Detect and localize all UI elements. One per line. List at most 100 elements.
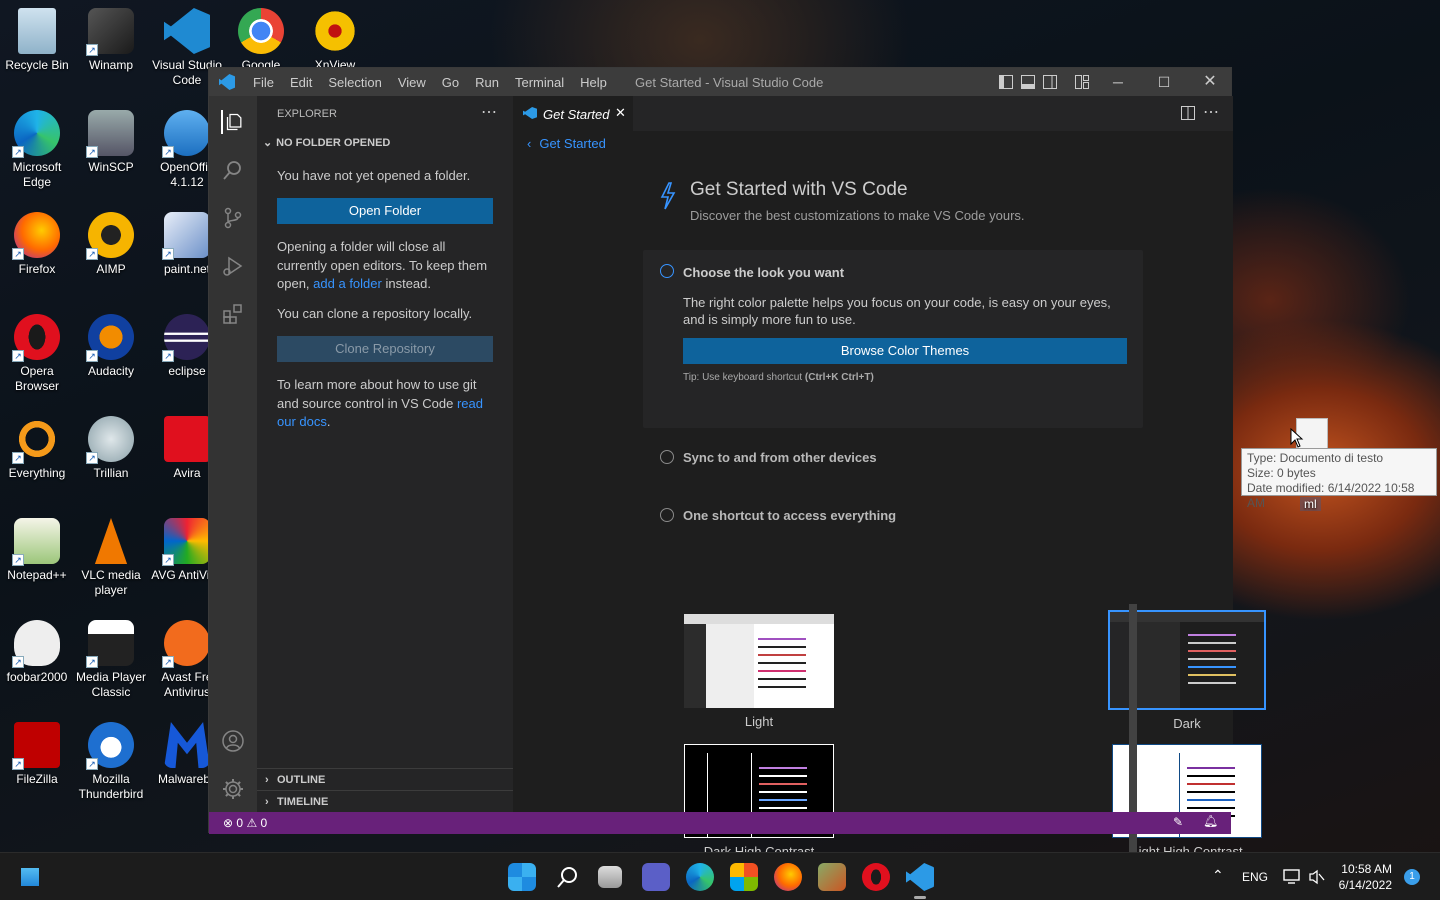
volume-muted-icon[interactable] bbox=[1308, 869, 1326, 885]
step-sync[interactable]: Sync to and from other devices bbox=[643, 446, 1143, 476]
notepadpp-icon: ↗ bbox=[12, 518, 60, 566]
back-breadcrumb[interactable]: ‹ Get Started bbox=[527, 136, 606, 151]
menu-view[interactable]: View bbox=[390, 75, 434, 90]
menu-run[interactable]: Run bbox=[467, 75, 507, 90]
teams-chat-icon[interactable] bbox=[642, 863, 670, 891]
close-tab-icon[interactable]: ✕ bbox=[615, 105, 626, 121]
accounts-icon[interactable] bbox=[221, 729, 245, 753]
minimize-button[interactable]: ─ bbox=[1095, 68, 1141, 96]
walkthrough-subtitle: Discover the best customizations to make… bbox=[690, 208, 1025, 223]
desktop-icon-winscp[interactable]: ↗ WinSCP bbox=[74, 104, 148, 175]
search-taskbar-icon[interactable] bbox=[554, 863, 582, 891]
desktop-icon-xnview[interactable]: XnView bbox=[298, 2, 372, 73]
toggle-sidebar-icon[interactable] bbox=[999, 75, 1013, 89]
firefox-taskbar-icon[interactable] bbox=[774, 863, 802, 891]
step-shortcut[interactable]: One shortcut to access everything bbox=[643, 504, 1143, 534]
theme-light[interactable]: Light bbox=[681, 614, 837, 729]
edge-taskbar-icon[interactable] bbox=[686, 863, 714, 891]
source-control-icon[interactable] bbox=[221, 206, 245, 230]
desktop-icon-edge[interactable]: ↗ Microsoft Edge bbox=[0, 104, 74, 190]
explorer-icon[interactable] bbox=[221, 110, 245, 134]
run-debug-icon[interactable] bbox=[221, 254, 245, 278]
clone-message: You can clone a repository locally. bbox=[277, 306, 473, 321]
section-no-folder[interactable]: ⌄ NO FOLDER OPENED bbox=[263, 136, 390, 149]
clone-repository-button[interactable]: Clone Repository bbox=[277, 336, 493, 362]
clock[interactable]: 10:58 AM 6/14/2022 bbox=[1336, 861, 1392, 893]
settings-gear-icon[interactable] bbox=[221, 777, 245, 801]
desktop-icon-foobar2000[interactable]: ↗ foobar2000 bbox=[0, 614, 74, 685]
desktop-icon-vlc[interactable]: VLC media player bbox=[74, 512, 148, 598]
split-editor-icon[interactable] bbox=[1181, 106, 1195, 120]
browse-color-themes-button[interactable]: Browse Color Themes bbox=[683, 338, 1127, 364]
feedback-icon[interactable]: ✎ bbox=[1173, 815, 1183, 829]
desktop-icon-thunderbird[interactable]: ↗ Mozilla Thunderbird bbox=[74, 716, 148, 802]
openoffice-icon: ↗ bbox=[162, 110, 210, 158]
step-radio-icon bbox=[660, 508, 674, 522]
language-indicator[interactable]: ENG bbox=[1242, 870, 1268, 884]
editor-more-actions-icon[interactable]: ⋯ bbox=[1203, 102, 1219, 122]
store-icon[interactable] bbox=[730, 863, 758, 891]
menu-help[interactable]: Help bbox=[572, 75, 615, 90]
vscode-taskbar-icon[interactable] bbox=[906, 863, 934, 891]
lightning-icon bbox=[660, 182, 676, 210]
desktop-icon-audacity[interactable]: ↗ Audacity bbox=[74, 308, 148, 379]
app-taskbar-icon[interactable] bbox=[818, 863, 846, 891]
network-icon[interactable] bbox=[1283, 869, 1301, 885]
maximize-button[interactable]: ☐ bbox=[1141, 68, 1187, 96]
notification-badge[interactable]: 1 bbox=[1404, 869, 1420, 885]
toggle-secondary-sidebar-icon[interactable] bbox=[1043, 75, 1057, 89]
desktop-icon-winamp[interactable]: ↗ Winamp bbox=[74, 2, 148, 73]
desktop-icon-label: Microsoft Edge bbox=[12, 160, 62, 189]
desktop-icon-notepadpp[interactable]: ↗ Notepad++ bbox=[0, 512, 74, 583]
start-menu-icon[interactable] bbox=[508, 863, 536, 891]
tooltip-type: Type: Documento di testo bbox=[1247, 451, 1384, 465]
title-bar: File Edit Selection View Go Run Terminal… bbox=[209, 68, 1231, 96]
close-window-button[interactable]: ✕ bbox=[1187, 68, 1233, 96]
menu-terminal[interactable]: Terminal bbox=[507, 75, 572, 90]
desktop-icon-mpc[interactable]: ↗ Media Player Classic bbox=[74, 614, 148, 700]
chevron-right-icon: › bbox=[265, 796, 269, 808]
desktop-icon-trillian[interactable]: ↗ Trillian bbox=[74, 410, 148, 481]
problems-indicator[interactable]: ⊗ 0 ⚠ 0 bbox=[223, 816, 267, 830]
avira-icon bbox=[164, 416, 210, 462]
chevron-down-icon: ⌄ bbox=[263, 137, 273, 149]
explorer-sidebar: EXPLORER ⋯ ⌄ NO FOLDER OPENED You have n… bbox=[257, 96, 513, 812]
desktop-icon-firefox[interactable]: ↗ Firefox bbox=[0, 206, 74, 277]
menu-go[interactable]: Go bbox=[434, 75, 467, 90]
error-count: 0 bbox=[236, 816, 244, 830]
customize-layout-icon[interactable] bbox=[1075, 75, 1089, 89]
chevron-up-icon[interactable]: ⌃ bbox=[1212, 867, 1224, 884]
open-folder-button[interactable]: Open Folder bbox=[277, 198, 493, 224]
menu-edit[interactable]: Edit bbox=[282, 75, 320, 90]
task-view-icon[interactable] bbox=[598, 866, 622, 888]
windows-start-button[interactable] bbox=[18, 865, 42, 889]
extensions-icon[interactable] bbox=[221, 302, 245, 326]
step-radio-icon bbox=[660, 450, 674, 464]
timeline-section[interactable]: › TIMELINE bbox=[257, 790, 513, 812]
desktop-icon-filezilla[interactable]: ↗ FileZilla bbox=[0, 716, 74, 787]
desktop-icon-label: WinSCP bbox=[88, 160, 134, 174]
eclipse-icon: ↗ bbox=[162, 314, 210, 362]
theme-dark-high-contrast[interactable]: Dark High Contrast bbox=[681, 744, 837, 859]
desktop-icon-aimp[interactable]: ↗ AIMP bbox=[74, 206, 148, 277]
git-docs-note: To learn more about how to use git and s… bbox=[277, 376, 497, 432]
step-choose-look[interactable]: Choose the look you want The right color… bbox=[643, 250, 1143, 428]
desktop-icon-everything[interactable]: ↗ Everything bbox=[0, 410, 74, 481]
notifications-bell-icon[interactable]: 🔔︎ bbox=[1203, 814, 1218, 828]
add-folder-link[interactable]: add a folder bbox=[313, 276, 382, 291]
desktop-icon-label: Audacity bbox=[87, 364, 135, 378]
foobar2000-icon: ↗ bbox=[12, 620, 60, 668]
desktop-icon-label: foobar2000 bbox=[6, 670, 68, 684]
desktop-icon-google-chrome[interactable]: Google bbox=[224, 2, 298, 73]
menu-file[interactable]: File bbox=[245, 75, 282, 90]
desktop-icon-opera[interactable]: ↗ Opera Browser bbox=[0, 308, 74, 394]
opera-taskbar-icon[interactable] bbox=[862, 863, 890, 891]
desktop-icon-recycle-bin[interactable]: Recycle Bin bbox=[0, 2, 74, 73]
toggle-panel-icon[interactable] bbox=[1021, 75, 1035, 89]
tab-get-started[interactable]: Get Started ✕ bbox=[513, 96, 633, 131]
search-icon[interactable] bbox=[221, 158, 245, 182]
outline-section[interactable]: › OUTLINE bbox=[257, 768, 513, 790]
desktop-icon-label: Notepad++ bbox=[7, 568, 67, 582]
menu-selection[interactable]: Selection bbox=[320, 75, 389, 90]
sidebar-more-actions-icon[interactable]: ⋯ bbox=[481, 102, 497, 122]
